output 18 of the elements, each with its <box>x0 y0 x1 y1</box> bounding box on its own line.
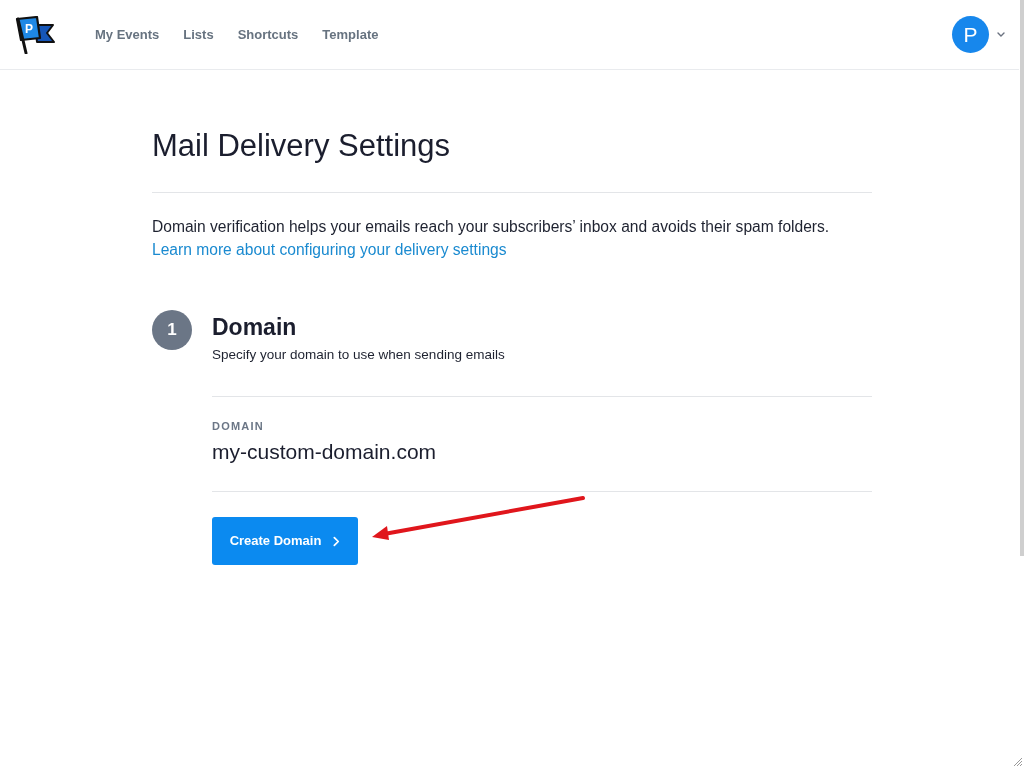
domain-value: my-custom-domain.com <box>212 439 437 465</box>
help-link[interactable]: Learn more about configuring your delivery settings <box>152 238 507 262</box>
nav-link[interactable]: Lists <box>183 24 214 45</box>
intro-text: Domain verification helps your emails reach your subscribers’ inbox and avoids their spam folders. <box>152 217 830 237</box>
step-description: Specify your domain to use when sending emails <box>212 346 505 364</box>
page-title: Mail Delivery Settings <box>152 127 451 165</box>
create-domain-button[interactable]: Create Domain <box>212 517 358 565</box>
resize-grip-icon[interactable] <box>1011 755 1023 767</box>
step-number: 1 <box>152 310 192 350</box>
nav-link[interactable]: My Events <box>95 24 160 45</box>
nav-link[interactable]: Template <box>322 24 379 45</box>
chevron-right-icon <box>333 535 341 547</box>
step-title: Domain <box>212 313 297 342</box>
scrollbar-thumb[interactable] <box>1020 0 1024 556</box>
nav-link[interactable]: Shortcuts <box>237 24 299 45</box>
user-avatar[interactable]: P <box>952 16 989 53</box>
chevron-down-icon[interactable] <box>997 32 1005 37</box>
field-label: DOMAIN <box>212 419 264 433</box>
